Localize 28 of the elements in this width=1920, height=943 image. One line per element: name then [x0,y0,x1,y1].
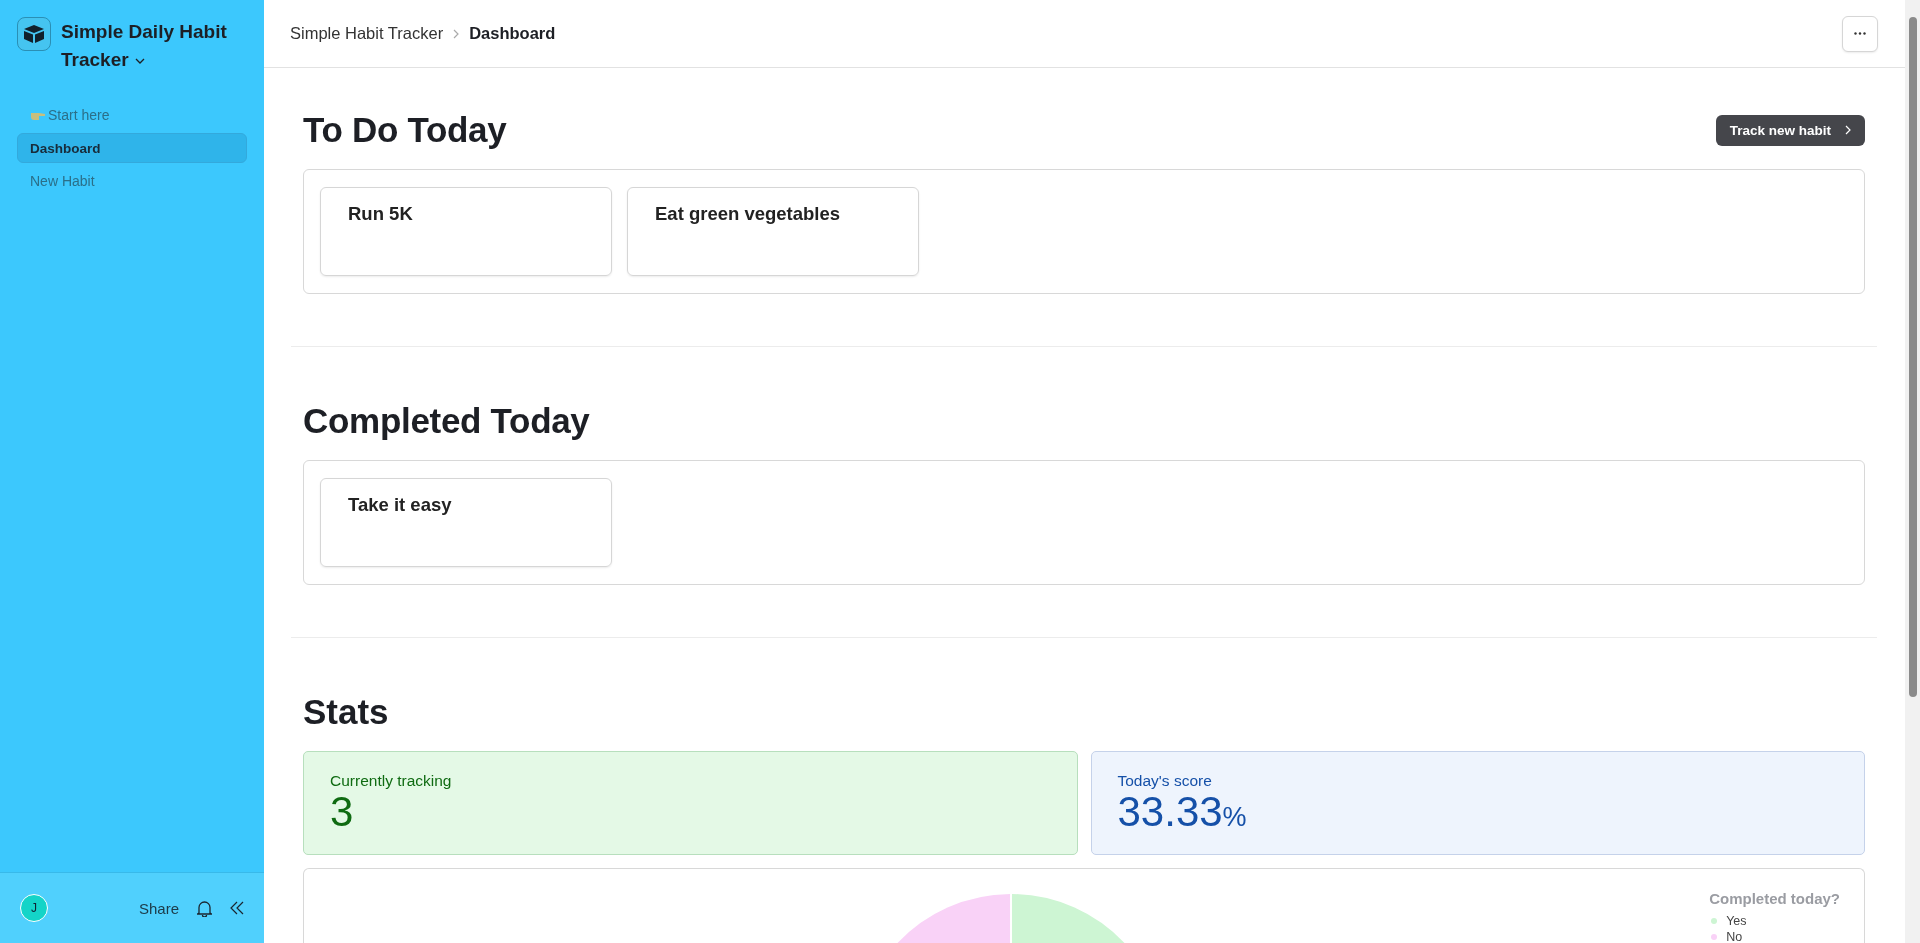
nav-item[interactable]: Dashboard [17,133,247,163]
habit-card[interactable]: Eat green vegetables [627,187,919,276]
caret-icon [134,58,145,64]
more-icon [1854,32,1866,35]
share-link[interactable]: Share [138,899,179,917]
user-avatar[interactable]: J [20,894,48,922]
stat-label: Today's score [1117,772,1213,790]
habit-card[interactable]: Take it easy [320,478,612,567]
legend-label: Yes [1726,913,1747,929]
app-logo-icon[interactable] [17,17,51,51]
scrollbar[interactable] [1905,0,1920,943]
collapse-icon[interactable] [230,901,244,915]
section-title: Stats [303,691,390,733]
stat-value: 33.33% [1117,790,1248,837]
habit-card[interactable]: Run 5K [320,187,612,276]
track-new-habit-button[interactable]: Track new habit [1715,114,1865,146]
stat-label: Currently tracking [330,772,453,790]
section-title: Completed Today [303,401,590,441]
section-title: To Do Today [303,110,507,150]
chevron-right-icon [453,28,460,39]
legend-label: No [1726,929,1743,943]
legend-title: Completed today? [1709,890,1840,908]
breadcrumb-link[interactable]: Dashboard [469,24,556,43]
stat-value: 3 [330,790,354,834]
app-title[interactable]: Simple Daily Habit Tracker [61,18,247,74]
chevron-right-icon [1845,125,1851,135]
bell-icon[interactable] [197,899,212,917]
breadcrumb-link[interactable]: Simple Habit Tracker [290,24,444,43]
